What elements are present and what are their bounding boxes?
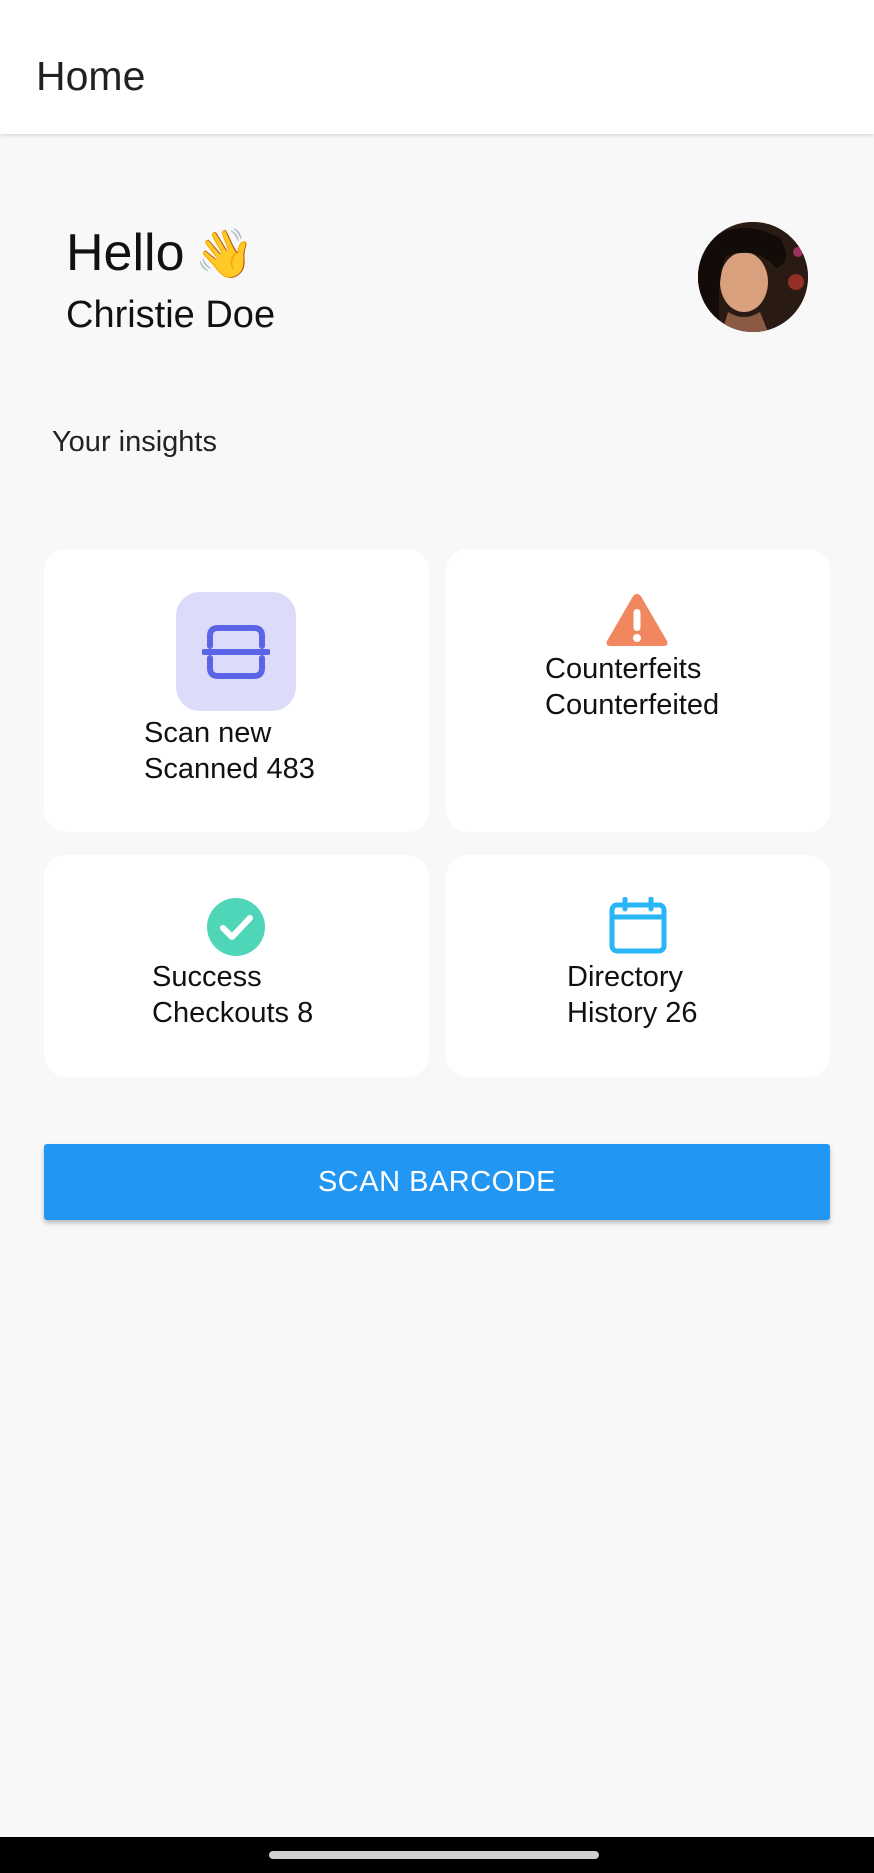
scan-card-subtitle: Scanned 483 (144, 753, 315, 785)
counterfeit-card-text: Counterfeits Counterfeited (545, 651, 719, 723)
scan-card-text: Scan new Scanned 483 (144, 715, 315, 787)
greeting-text: Hello (66, 224, 185, 282)
user-avatar-photo-icon (698, 222, 808, 332)
greeting-heading: Hello 👋 (66, 222, 254, 286)
scan-card-title: Scan new (144, 717, 272, 749)
check-circle-icon (207, 898, 265, 956)
success-card-subtitle: Checkouts 8 (152, 997, 314, 1029)
avatar[interactable] (698, 222, 808, 332)
warning-triangle-icon (606, 594, 668, 646)
counterfeit-card-subtitle: Counterfeited (545, 689, 720, 721)
directory-card-text: Directory History 26 (567, 959, 698, 1031)
insight-card-directory[interactable]: Directory History 26 (446, 855, 830, 1077)
success-card-text: Success Checkouts 8 (152, 959, 313, 1031)
directory-card-subtitle: History 26 (567, 997, 698, 1029)
scan-barcode-button[interactable]: SCAN BARCODE (44, 1144, 830, 1220)
insights-section-title: Your insights (52, 426, 217, 458)
insight-card-success[interactable]: Success Checkouts 8 (44, 855, 429, 1077)
directory-card-title: Directory (567, 961, 684, 993)
insight-card-counterfeits[interactable]: Counterfeits Counterfeited (446, 549, 830, 832)
home-screen: Home Hello 👋 Christie Doe Your insights S… (0, 0, 874, 1873)
waving-hand-icon: 👋 (194, 228, 255, 281)
counterfeit-card-title: Counterfeits (545, 653, 702, 685)
success-card-title: Success (152, 961, 262, 993)
scan-icon-container (176, 592, 296, 711)
page-title: Home (36, 53, 146, 99)
user-name: Christie Doe (66, 294, 276, 336)
scan-frame-icon (202, 624, 270, 679)
calendar-icon (609, 897, 667, 954)
home-indicator[interactable] (269, 1851, 599, 1859)
app-bar: Home (0, 0, 874, 134)
insight-card-scan-new[interactable]: Scan new Scanned 483 (44, 549, 429, 832)
system-navigation-bar (0, 1837, 874, 1873)
